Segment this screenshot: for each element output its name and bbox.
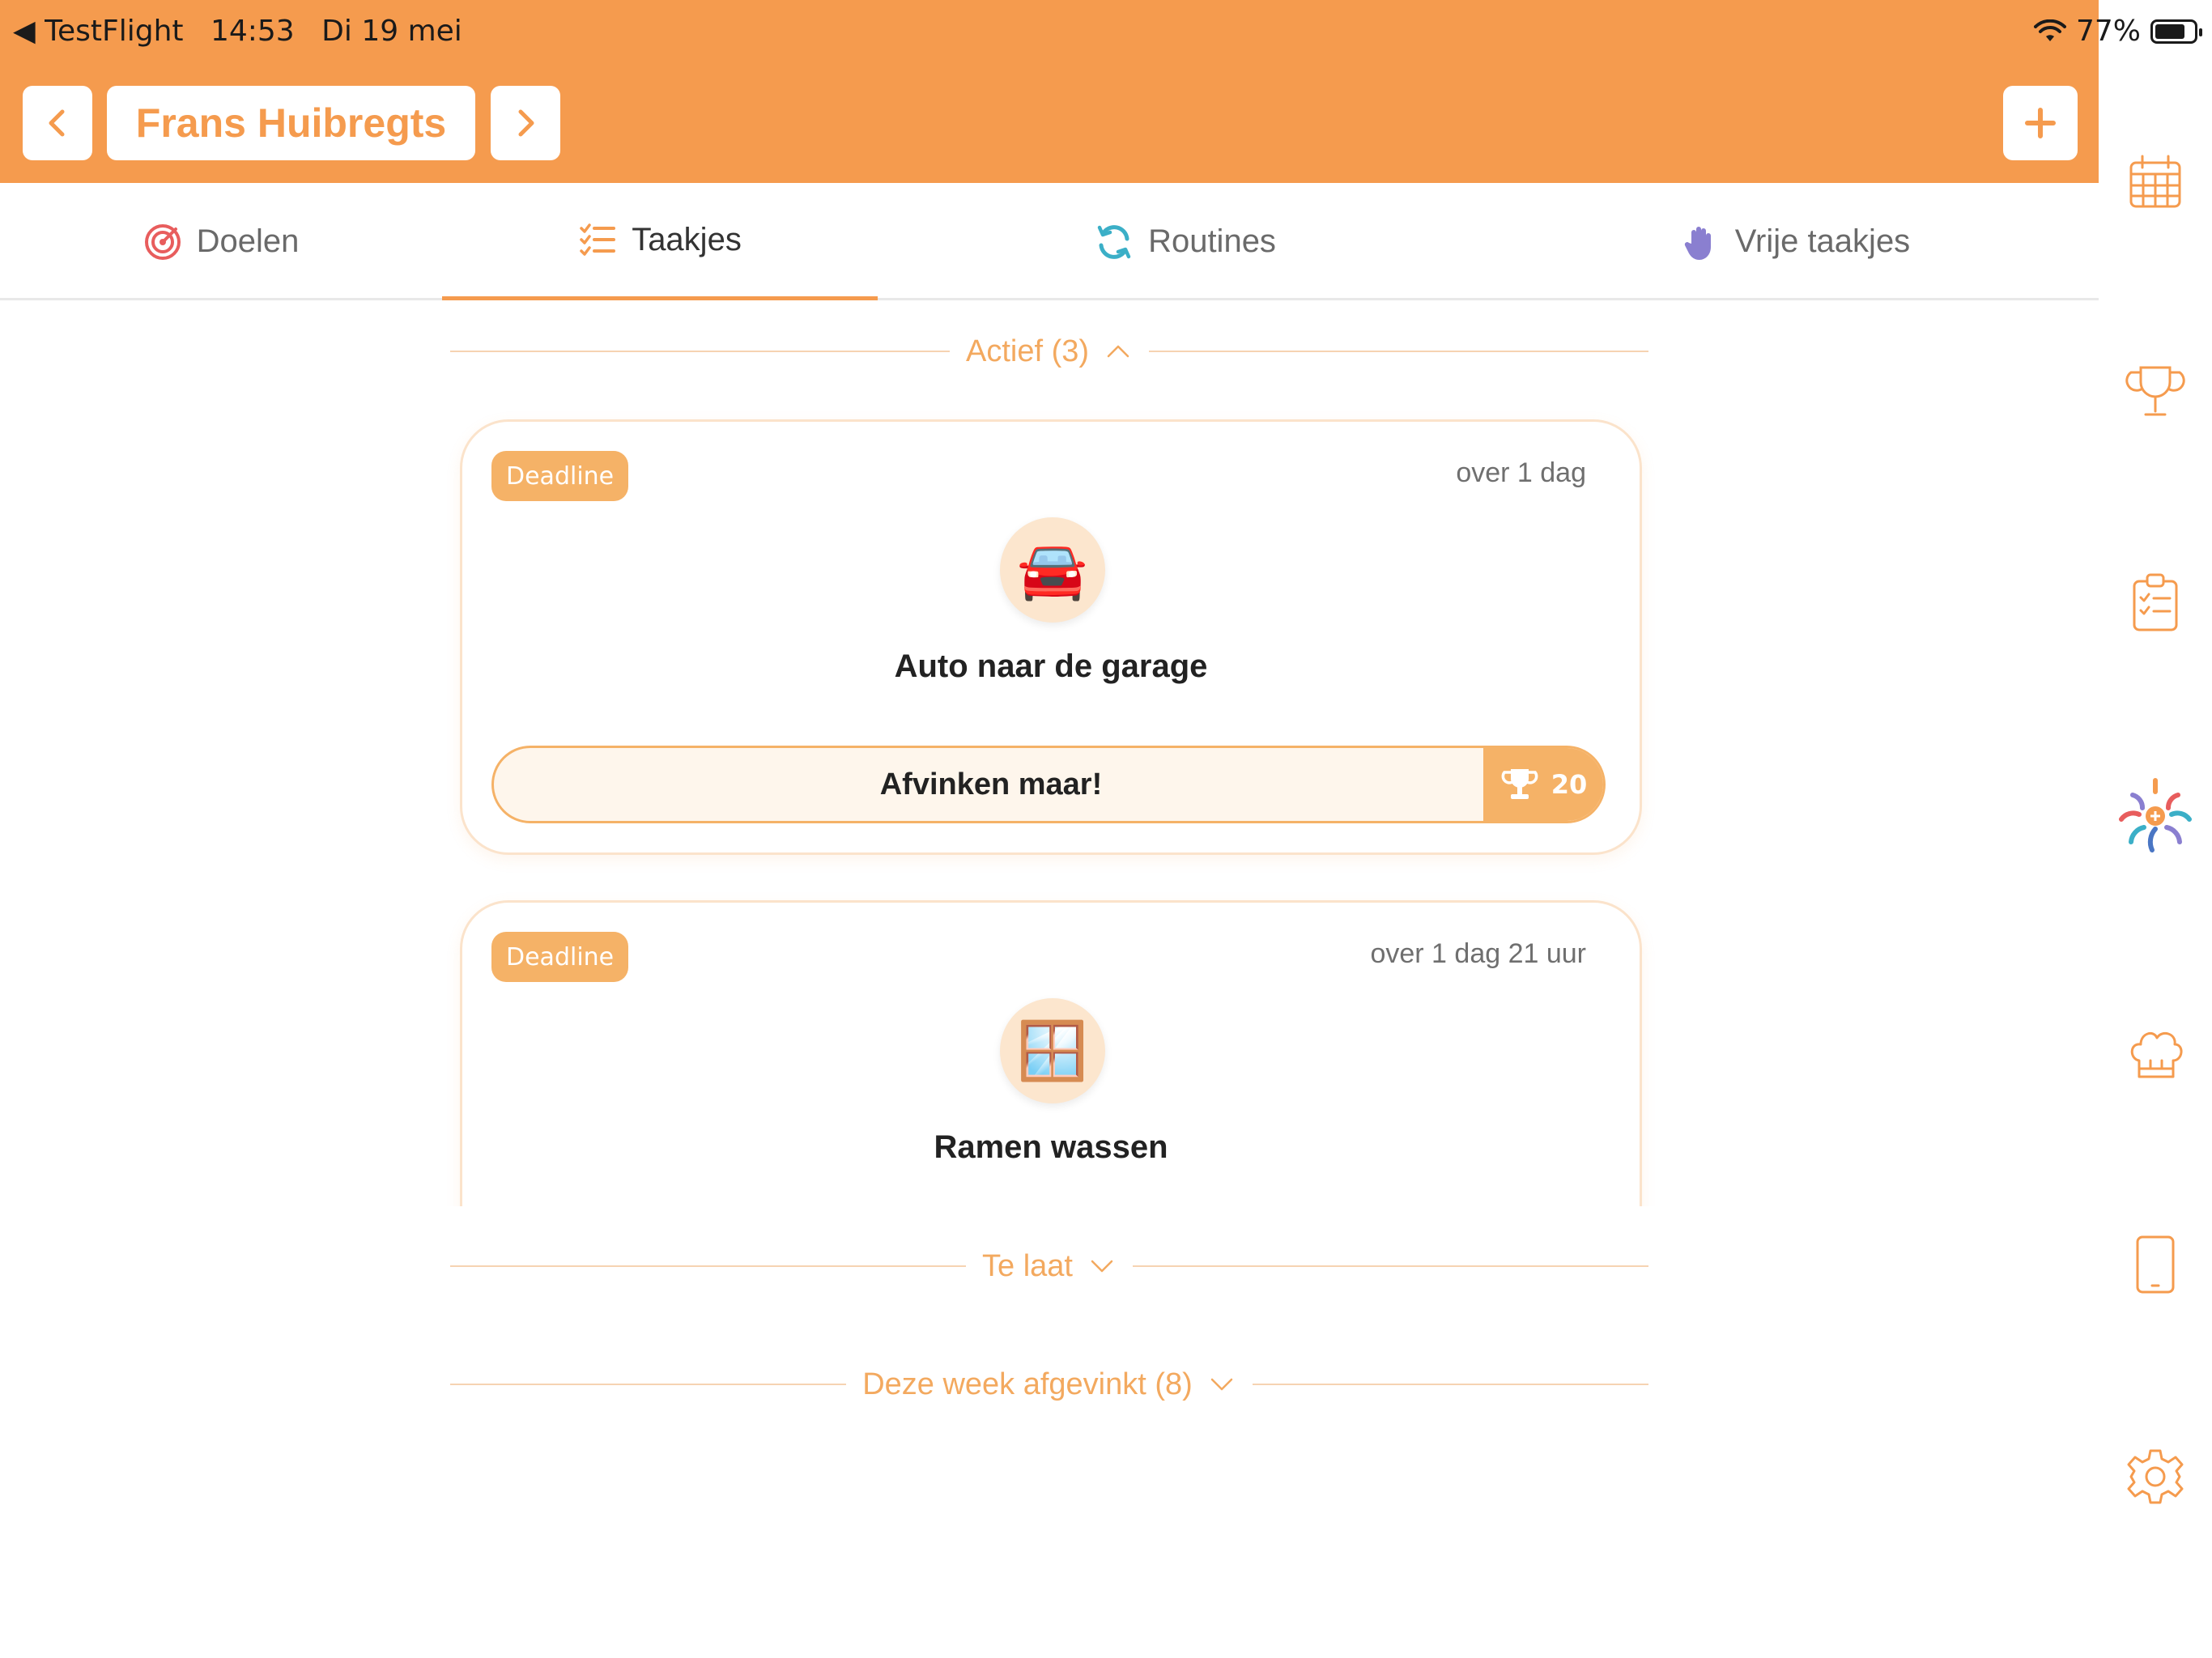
deadline-badge: Deadline	[491, 451, 629, 501]
target-icon	[144, 223, 181, 260]
divider-line	[450, 1265, 967, 1267]
chevron-down-icon	[1210, 1378, 1233, 1391]
status-bar: ◀ TestFlight 14:53 Di 19 mei 77%	[0, 0, 2212, 65]
task-list[interactable]: Deadline over 1 dag 🚘 Auto naar de garag…	[437, 405, 1668, 1206]
status-right: 77%	[2033, 15, 2202, 48]
calendar-icon	[2129, 155, 2181, 208]
chevron-left-icon	[49, 109, 65, 137]
previous-person-button[interactable]	[23, 86, 92, 160]
sidebar-item-recipes[interactable]	[2123, 1022, 2188, 1086]
back-to-testflight[interactable]: ◀ TestFlight	[13, 15, 184, 48]
task-emoji: 🚘	[1017, 536, 1088, 603]
wifi-icon	[2033, 19, 2066, 41]
tab-label: Vrije taakjes	[1734, 223, 1911, 259]
refresh-icon	[1097, 224, 1131, 259]
divider-line	[1252, 1384, 1649, 1385]
task-card[interactable]: Deadline over 1 dag 🚘 Auto naar de garag…	[460, 419, 1642, 855]
chevron-right-icon	[518, 109, 534, 137]
tab-bar: Doelen Taakjes Routines Vrije taakjes	[0, 183, 2099, 300]
tab-label: Routines	[1148, 223, 1276, 259]
divider-line	[1132, 1265, 1648, 1267]
sidebar-item-tasks[interactable]	[2123, 570, 2188, 635]
tab-label: Taakjes	[632, 221, 742, 257]
check-off-button[interactable]: Afvinken maar! 20	[491, 746, 1606, 823]
sidebar	[2099, 65, 2212, 1658]
section-label: Actief (3)	[950, 334, 1149, 369]
tab-doelen[interactable]: Doelen	[0, 183, 442, 300]
section-late-header[interactable]: Te laat	[450, 1242, 1648, 1290]
section-late-label: Te laat	[982, 1248, 1073, 1283]
section-active-header[interactable]: Actief (3)	[450, 327, 1649, 376]
checklist-icon	[580, 223, 616, 256]
gear-icon	[2127, 1449, 2184, 1504]
check-off-label: Afvinken maar!	[879, 767, 1103, 801]
window-icon: 🪟	[1000, 998, 1105, 1103]
task-title: Auto naar de garage	[894, 648, 1208, 684]
trophy-icon	[2125, 366, 2185, 416]
due-text: over 1 dag 21 uur	[1370, 938, 1586, 969]
tab-vrije-taakjes[interactable]: Vrije taakjes	[1493, 183, 2099, 300]
divider-line	[450, 351, 950, 352]
tab-routines[interactable]: Routines	[878, 183, 1493, 300]
sidebar-item-trophies[interactable]	[2123, 359, 2188, 424]
hand-icon	[1684, 226, 1711, 260]
chevron-up-icon	[1107, 345, 1129, 358]
person-name[interactable]: Frans Huibregts	[107, 86, 475, 160]
status-time: 14:53	[210, 15, 295, 48]
deadline-badge: Deadline	[491, 932, 629, 982]
battery-icon	[2150, 19, 2202, 44]
chef-hat-icon	[2130, 1031, 2183, 1078]
task-card[interactable]: Deadline over 1 dag 21 uur 🪟 Ramen wasse…	[460, 900, 1642, 1206]
tablet-icon	[2136, 1235, 2175, 1294]
sidebar-item-calendar[interactable]	[2123, 150, 2188, 215]
points-value: 20	[1551, 769, 1588, 800]
sidebar-item-home[interactable]	[2116, 777, 2194, 855]
task-title: Ramen wassen	[934, 1129, 1168, 1165]
divider-line	[1149, 351, 1649, 352]
sidebar-item-settings[interactable]	[2123, 1444, 2188, 1509]
car-icon: 🚘	[1000, 517, 1105, 623]
task-emoji: 🪟	[1017, 1017, 1088, 1084]
tab-label: Doelen	[196, 223, 300, 259]
section-week-label: Deze week afgevinkt (8)	[862, 1367, 1193, 1401]
chevron-down-icon	[1091, 1260, 1113, 1273]
section-label: Deze week afgevinkt (8)	[846, 1367, 1253, 1402]
trophy-icon	[1501, 769, 1538, 799]
section-active-label: Actief (3)	[965, 334, 1090, 368]
divider-line	[450, 1384, 847, 1385]
due-text: over 1 dag	[1456, 457, 1586, 488]
status-date: Di 19 mei	[321, 15, 462, 48]
app-logo-icon	[2119, 778, 2192, 852]
section-week-header[interactable]: Deze week afgevinkt (8)	[450, 1360, 1649, 1409]
section-label: Te laat	[966, 1249, 1133, 1284]
plus-icon	[2025, 108, 2056, 138]
battery-percent: 77%	[2075, 15, 2141, 48]
sidebar-item-device[interactable]	[2123, 1232, 2188, 1297]
add-button[interactable]	[2003, 86, 2078, 160]
status-left: ◀ TestFlight 14:53 Di 19 mei	[13, 15, 480, 48]
reward-points: 20	[1483, 748, 1603, 821]
tab-taakjes[interactable]: Taakjes	[442, 183, 878, 300]
next-person-button[interactable]	[491, 86, 560, 160]
clipboard-icon	[2133, 573, 2178, 631]
